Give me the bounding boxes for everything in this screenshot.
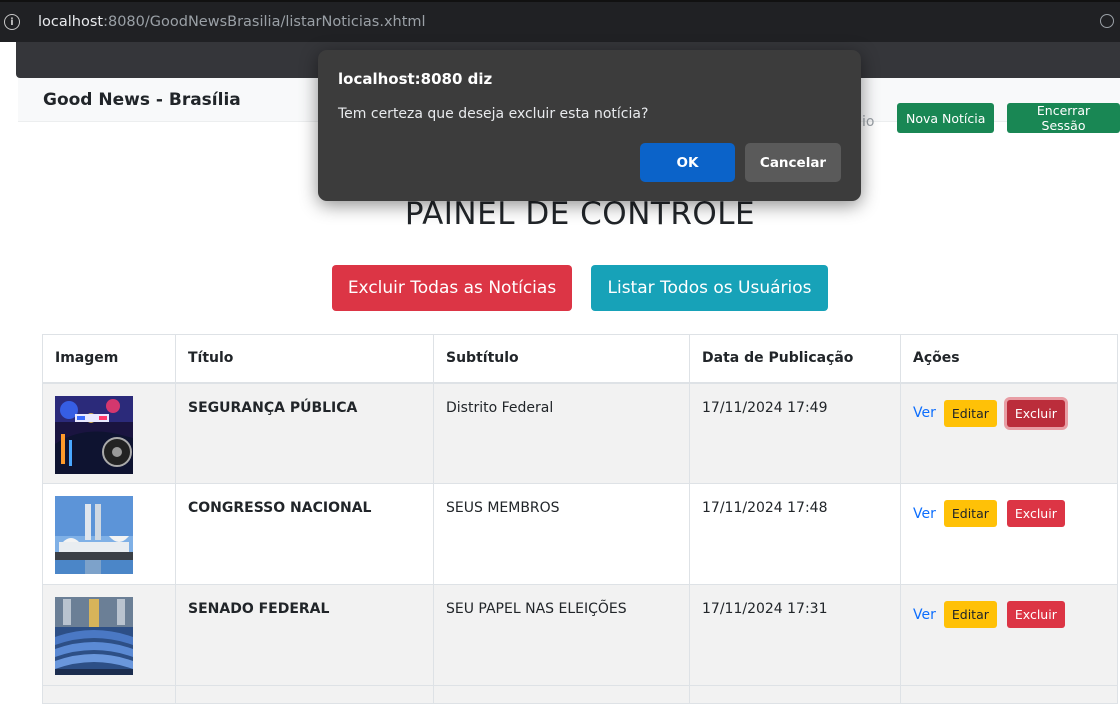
- image-cell: [42, 483, 176, 585]
- news-table: Imagem Título Subtítulo Data de Publicaç…: [42, 334, 1118, 704]
- spacer-cell: [433, 685, 690, 704]
- news-title: SEGURANÇA PÚBLICA: [175, 382, 434, 484]
- senate-chamber-image: [55, 597, 133, 675]
- news-subtitle: SEU PAPEL NAS ELEIÇÕES: [433, 584, 690, 686]
- edit-button[interactable]: Editar: [943, 399, 997, 427]
- url-path: :8080/GoodNewsBrasilia/listarNoticias.xh…: [103, 14, 426, 30]
- table-row: CONGRESSO NACIONAL SEUS MEMBROS 17/11/20…: [42, 483, 1118, 585]
- view-link[interactable]: Ver: [913, 405, 936, 421]
- news-date: 17/11/2024 17:48: [689, 483, 901, 585]
- actions-cell: Ver Editar Excluir: [900, 584, 1118, 686]
- news-subtitle: SEUS MEMBROS: [433, 483, 690, 585]
- url-host: localhost: [38, 14, 104, 30]
- browser-zoom-icon[interactable]: [1100, 14, 1114, 28]
- column-header-title: Título: [175, 334, 434, 384]
- navbar-hidden-link[interactable]: io: [862, 114, 874, 130]
- actions-group: Ver Editar Excluir: [913, 601, 1105, 628]
- column-header-actions: Ações: [900, 334, 1118, 384]
- delete-all-news-button[interactable]: Excluir Todas as Notícias: [332, 265, 572, 311]
- delete-button[interactable]: Excluir: [1006, 601, 1065, 628]
- spacer-cell: [175, 685, 434, 704]
- dialog-message: Tem certeza que deseja excluir esta notí…: [338, 106, 649, 122]
- page-title: PAINEL DE CONTROLE: [404, 196, 756, 232]
- dialog-ok-button[interactable]: OK: [640, 143, 735, 182]
- news-title: CONGRESSO NACIONAL: [175, 483, 434, 585]
- column-header-image: Imagem: [42, 334, 176, 384]
- view-link[interactable]: Ver: [913, 607, 936, 623]
- spacer-cell: [900, 685, 1118, 704]
- police-car-image: [55, 395, 133, 474]
- actions-group: Ver Editar Excluir: [913, 500, 1105, 527]
- dialog-title: localhost:8080 diz: [338, 70, 493, 88]
- edit-button[interactable]: Editar: [943, 601, 997, 628]
- actions-cell: Ver Editar Excluir: [900, 382, 1118, 484]
- news-date: 17/11/2024 17:49: [689, 382, 901, 484]
- edit-button[interactable]: Editar: [943, 500, 997, 527]
- table-row-spacer: [42, 685, 1118, 704]
- table-header-row: Imagem Título Subtítulo Data de Publicaç…: [42, 334, 1118, 384]
- logout-button[interactable]: Encerrar Sessão: [1007, 103, 1120, 133]
- news-title: SENADO FEDERAL: [175, 584, 434, 686]
- dialog-cancel-button[interactable]: Cancelar: [745, 143, 841, 182]
- site-info-icon[interactable]: i: [4, 14, 20, 30]
- list-all-users-button[interactable]: Listar Todos os Usuários: [591, 265, 828, 311]
- confirm-dialog: localhost:8080 diz Tem certeza que desej…: [318, 50, 861, 201]
- table-row: SEGURANÇA PÚBLICA Distrito Federal 17/11…: [42, 382, 1118, 484]
- actions-group: Ver Editar Excluir: [913, 399, 1105, 427]
- column-header-date: Data de Publicação: [689, 334, 901, 384]
- news-date: 17/11/2024 17:31: [689, 584, 901, 686]
- new-news-button[interactable]: Nova Notícia: [897, 103, 995, 133]
- delete-button[interactable]: Excluir: [1006, 399, 1065, 427]
- image-cell: [42, 584, 176, 686]
- navbar-brand[interactable]: Good News - Brasília: [43, 90, 241, 110]
- view-link[interactable]: Ver: [913, 506, 936, 522]
- image-cell: [42, 382, 176, 484]
- news-subtitle: Distrito Federal: [433, 382, 690, 484]
- delete-button[interactable]: Excluir: [1006, 500, 1065, 527]
- congress-building-image: [55, 496, 133, 574]
- table-row: SENADO FEDERAL SEU PAPEL NAS ELEIÇÕES 17…: [42, 584, 1118, 686]
- actions-cell: Ver Editar Excluir: [900, 483, 1118, 585]
- url-text[interactable]: localhost:8080/GoodNewsBrasilia/listarNo…: [38, 14, 426, 30]
- browser-address-bar[interactable]: i localhost:8080/GoodNewsBrasilia/listar…: [0, 0, 1120, 42]
- column-header-subtitle: Subtítulo: [433, 334, 690, 384]
- spacer-cell: [689, 685, 901, 704]
- spacer-cell: [42, 685, 176, 704]
